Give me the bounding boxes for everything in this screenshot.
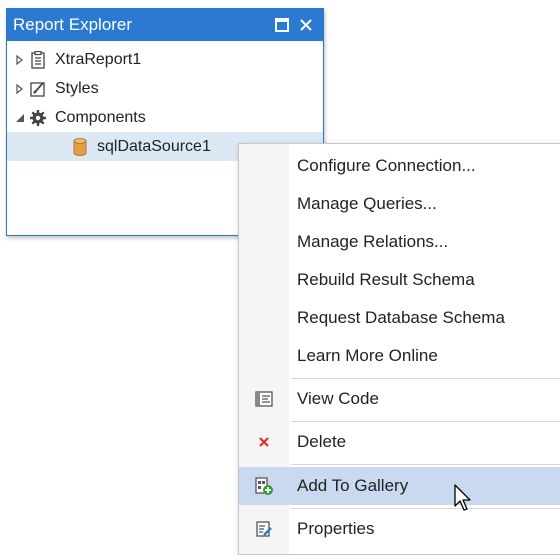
- menu-item-label: Manage Queries...: [297, 194, 437, 213]
- view-code-icon: [239, 391, 289, 407]
- report-icon: [27, 49, 49, 71]
- styles-icon: [27, 78, 49, 100]
- close-icon[interactable]: [295, 14, 317, 36]
- menu-item-learn-more-online[interactable]: Learn More Online: [239, 337, 560, 375]
- menu-item-label: Configure Connection...: [297, 156, 476, 175]
- menu-separator: [291, 464, 560, 465]
- menu-item-label: Add To Gallery: [297, 476, 409, 495]
- menu-item-label: Properties: [297, 519, 375, 538]
- menu-item-manage-queries[interactable]: Manage Queries...: [239, 185, 560, 223]
- tree-node-label: Styles: [55, 79, 99, 97]
- menu-item-request-database-schema[interactable]: Request Database Schema: [239, 299, 560, 337]
- gear-icon: [27, 107, 49, 129]
- database-icon: [69, 136, 91, 158]
- menu-item-label: Delete: [297, 432, 347, 451]
- menu-item-delete[interactable]: Delete: [239, 423, 560, 461]
- panel-title: Report Explorer: [13, 15, 133, 34]
- expand-arrow-icon[interactable]: [13, 54, 27, 65]
- tree-node-label: Components: [55, 108, 146, 126]
- menu-item-label: Manage Relations...: [297, 232, 449, 251]
- menu-item-label: Rebuild Result Schema: [297, 270, 475, 289]
- tree-node-components[interactable]: Components: [7, 103, 323, 132]
- tree-node-xtrareport1[interactable]: XtraReport1: [7, 45, 323, 74]
- menu-item-manage-relations[interactable]: Manage Relations...: [239, 223, 560, 261]
- menu-item-configure-connection[interactable]: Configure Connection...: [239, 147, 560, 185]
- menu-separator: [291, 421, 560, 422]
- context-menu: Configure Connection... Manage Queries..…: [238, 143, 560, 555]
- tree-node-label: sqlDataSource1: [97, 137, 211, 155]
- properties-icon: [239, 520, 289, 538]
- mouse-cursor-icon: [454, 484, 474, 517]
- maximize-icon[interactable]: [271, 14, 293, 36]
- panel-title-bar[interactable]: Report Explorer: [7, 9, 323, 41]
- tree-node-label: XtraReport1: [55, 50, 142, 68]
- menu-item-label: View Code: [297, 389, 379, 408]
- tree-node-styles[interactable]: Styles: [7, 74, 323, 103]
- delete-icon: [239, 436, 289, 448]
- menu-item-label: Request Database Schema: [297, 308, 505, 327]
- add-to-gallery-icon: [239, 476, 289, 496]
- menu-separator: [291, 508, 560, 509]
- menu-separator: [291, 378, 560, 379]
- menu-item-add-to-gallery[interactable]: Add To Gallery: [239, 467, 560, 505]
- menu-item-properties[interactable]: Properties: [239, 510, 560, 548]
- collapse-arrow-icon[interactable]: [13, 113, 27, 123]
- expand-arrow-icon[interactable]: [13, 83, 27, 94]
- menu-item-rebuild-result-schema[interactable]: Rebuild Result Schema: [239, 261, 560, 299]
- menu-item-view-code[interactable]: View Code: [239, 380, 560, 418]
- menu-item-label: Learn More Online: [297, 346, 438, 365]
